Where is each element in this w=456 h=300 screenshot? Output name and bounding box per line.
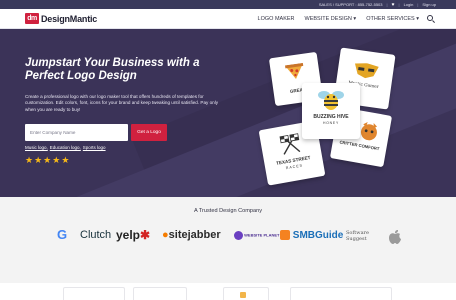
logo-sample-card[interactable]: BUZZING HIVE HONEY xyxy=(302,83,360,139)
apple-icon xyxy=(389,230,401,244)
education-logo-link[interactable]: Education logo, xyxy=(50,145,81,150)
get-logo-button[interactable]: Get a Logo xyxy=(131,124,167,141)
main-nav: LOGO MAKER WEBSITE DESIGN ▾ OTHER SERVIC… xyxy=(248,9,436,29)
music-logo-link[interactable]: Music logo, xyxy=(25,145,48,150)
racing-flags-icon xyxy=(279,133,301,155)
separator: | xyxy=(398,2,400,7)
feature-card xyxy=(133,287,187,300)
support-phone[interactable]: SALES / SUPPORT : 855-752-5503 xyxy=(319,2,383,7)
nav-other-services[interactable]: OTHER SERVICES ▾ xyxy=(366,16,419,22)
websiteplanet-logo: WEBSITE PLANET xyxy=(234,231,279,240)
star-icon: ★ xyxy=(25,155,34,165)
critter-icon xyxy=(360,121,378,141)
yelp-logo: yelp✱ xyxy=(116,228,151,242)
hero-description: Create a professional logo with our logo… xyxy=(25,94,219,112)
feature-card xyxy=(290,287,392,300)
star-icon: ★ xyxy=(61,155,70,165)
card-logo-text: CRITTER COMFORT xyxy=(339,139,380,152)
site-header: dm DesignMantic LOGO MAKER WEBSITE DESIG… xyxy=(0,9,456,29)
star-rating: ★ ★ ★ ★ ★ xyxy=(25,155,70,165)
hero-title: Jumpstart Your Business with a Perfect L… xyxy=(25,57,200,82)
trusted-section: A Trusted Design Company G Clutch yelp✱ … xyxy=(0,197,456,283)
bee-icon xyxy=(318,91,344,110)
separator: | xyxy=(417,2,419,7)
search-icon[interactable] xyxy=(427,14,436,24)
top-bar: SALES / SUPPORT : 855-752-5503 | ♥ | Log… xyxy=(0,0,456,9)
logo-text: DesignMantic xyxy=(41,13,98,24)
site-logo[interactable]: dm DesignMantic xyxy=(25,13,97,24)
nav-website-design[interactable]: WEBSITE DESIGN ▾ xyxy=(305,16,357,22)
sports-logo-link[interactable]: Sports logo xyxy=(83,145,106,150)
star-icon: ★ xyxy=(52,155,61,165)
card-logo-text: BUZZING HIVE xyxy=(313,114,349,120)
card-logo-subtext: HONEY xyxy=(322,121,340,125)
gamer-icon xyxy=(354,63,379,79)
google-logo: G xyxy=(57,227,68,242)
star-icon: ★ xyxy=(43,155,52,165)
sitejabber-logo: ●sitejabber xyxy=(162,229,221,241)
logo-mark: dm xyxy=(25,13,39,24)
pizza-icon xyxy=(284,62,304,79)
separator: | xyxy=(386,2,388,7)
softwaresuggest-logo: Software Suggest xyxy=(346,230,369,242)
hero-section: Jumpstart Your Business with a Perfect L… xyxy=(0,29,456,197)
heart-icon[interactable]: ♥ xyxy=(392,2,395,8)
signup-link[interactable]: Sign up xyxy=(422,2,436,7)
category-links: Music logo, Education logo, Sports logo xyxy=(25,145,108,150)
feature-card xyxy=(63,287,125,300)
login-link[interactable]: Login xyxy=(404,2,414,7)
company-name-input[interactable] xyxy=(25,124,128,141)
feature-card xyxy=(223,287,269,300)
nav-logo-maker[interactable]: LOGO MAKER xyxy=(258,16,295,22)
star-icon: ★ xyxy=(34,155,43,165)
clutch-logo: Clutch xyxy=(80,229,112,241)
trusted-title: A Trusted Design Company xyxy=(193,208,263,214)
smbguide-logo: SMBGuide xyxy=(280,230,343,241)
